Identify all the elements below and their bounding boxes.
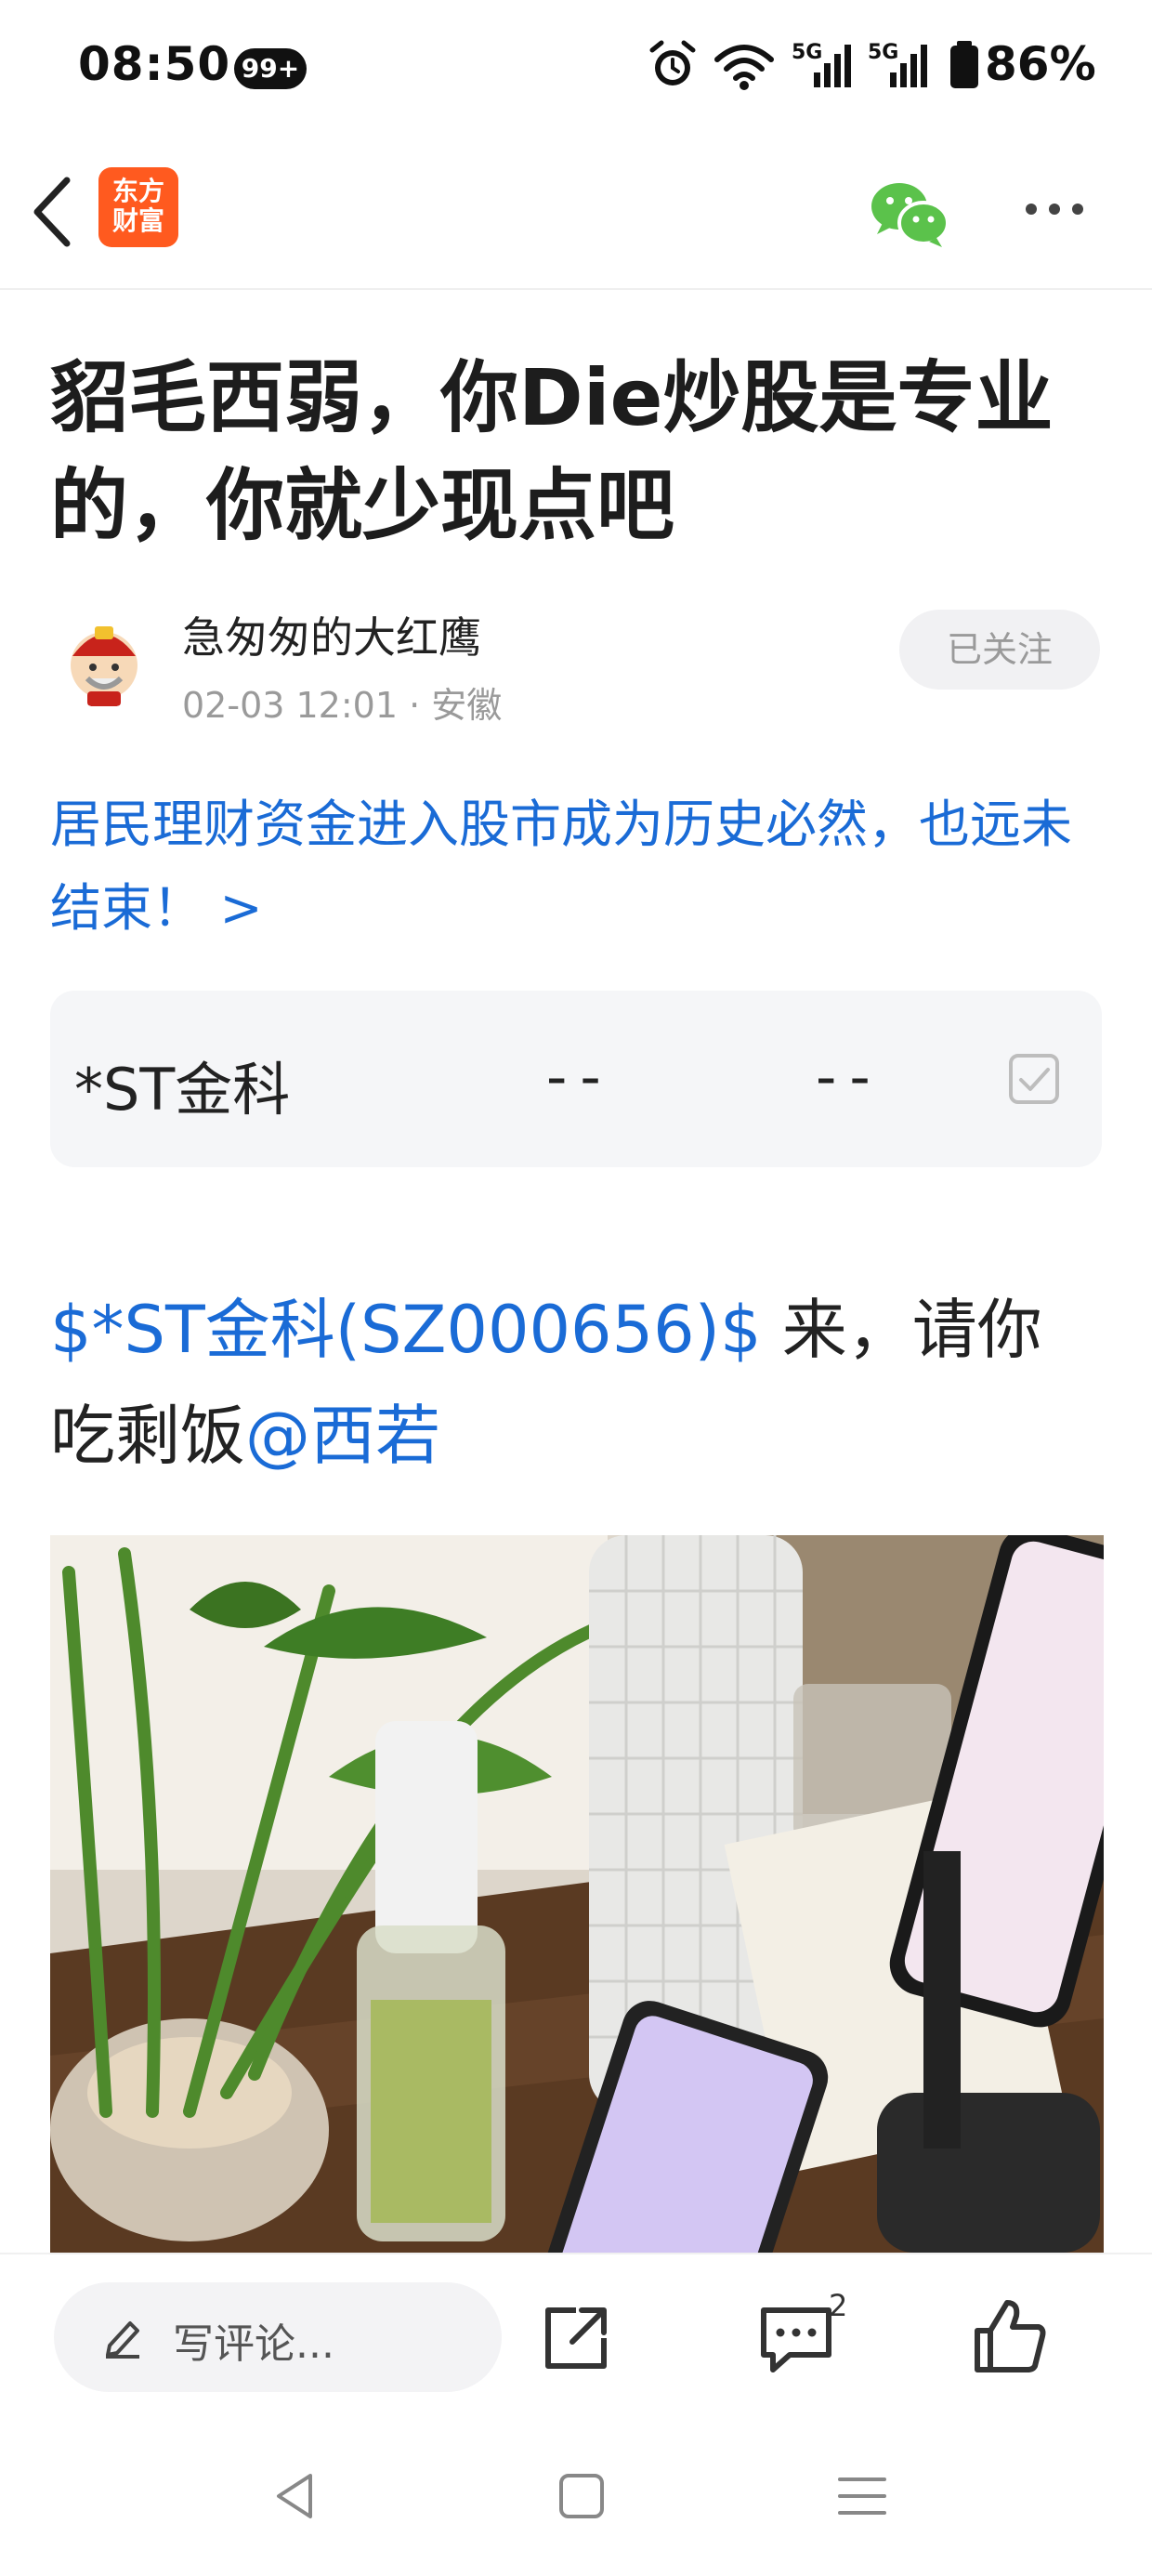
wechat-icon[interactable] bbox=[868, 177, 951, 251]
post-photo[interactable] bbox=[50, 1535, 1104, 2253]
bottom-action-bar: 写评论... 2 bbox=[0, 2253, 1152, 2422]
logo-text-line1: 东方 bbox=[111, 176, 164, 206]
author-name[interactable]: 急匆匆的大红鹰 bbox=[182, 604, 481, 665]
article-title: 貂毛西弱，你Die炒股是专业的，你就少现点吧 bbox=[50, 352, 1054, 551]
signal-icon bbox=[814, 45, 851, 87]
signal-icon bbox=[890, 45, 927, 87]
alarm-icon bbox=[649, 40, 696, 85]
post-body: $*ST金科(SZ000656)$ 来，请你吃剩饭@西若 bbox=[50, 1277, 1102, 1489]
stock-change: -- bbox=[816, 1043, 884, 1111]
comments-icon[interactable] bbox=[758, 2303, 834, 2377]
app-header: 东方 财富 bbox=[0, 139, 1152, 290]
share-icon[interactable] bbox=[541, 2303, 611, 2373]
status-bar: 08:50 99+ 5G 5G 86% bbox=[0, 0, 1152, 139]
status-time: 08:50 bbox=[78, 37, 231, 91]
nav-back-icon[interactable] bbox=[269, 2468, 325, 2524]
author-avatar[interactable] bbox=[59, 619, 149, 708]
follow-button[interactable]: 已关注 bbox=[899, 610, 1100, 690]
mention-link[interactable]: @西若 bbox=[245, 1398, 440, 1474]
battery-percentage: 86% bbox=[985, 37, 1096, 91]
comment-input[interactable]: 写评论... bbox=[54, 2282, 502, 2392]
app-logo[interactable]: 东方 财富 bbox=[98, 167, 178, 247]
nav-menu-icon[interactable] bbox=[834, 2468, 890, 2524]
like-icon[interactable] bbox=[972, 2297, 1048, 2375]
system-nav-bar bbox=[0, 2420, 1152, 2576]
stock-price: -- bbox=[546, 1043, 614, 1111]
stock-tag-link[interactable]: $*ST金科(SZ000656)$ bbox=[50, 1292, 762, 1368]
post-timestamp-location: 02-03 12:01 · 安徽 bbox=[182, 685, 503, 726]
topic-link[interactable]: 居民理财资金进入股市成为历史必然，也远未结束！ > bbox=[50, 782, 1109, 950]
battery-icon bbox=[950, 41, 978, 88]
nav-home-icon[interactable] bbox=[554, 2468, 609, 2524]
comment-placeholder: 写评论... bbox=[173, 2320, 334, 2368]
logo-text-line2: 财富 bbox=[111, 205, 164, 236]
stock-quote-card[interactable]: *ST金科 -- -- bbox=[50, 991, 1102, 1167]
more-icon[interactable] bbox=[1022, 195, 1087, 223]
checkbox-icon[interactable] bbox=[1007, 1052, 1061, 1106]
notification-badge: 99+ bbox=[234, 48, 307, 89]
wifi-icon bbox=[714, 45, 774, 90]
edit-icon bbox=[106, 2321, 139, 2359]
back-icon[interactable] bbox=[26, 175, 78, 249]
comments-count: 2 bbox=[829, 2288, 848, 2323]
stock-name: *ST金科 bbox=[74, 1056, 291, 1124]
